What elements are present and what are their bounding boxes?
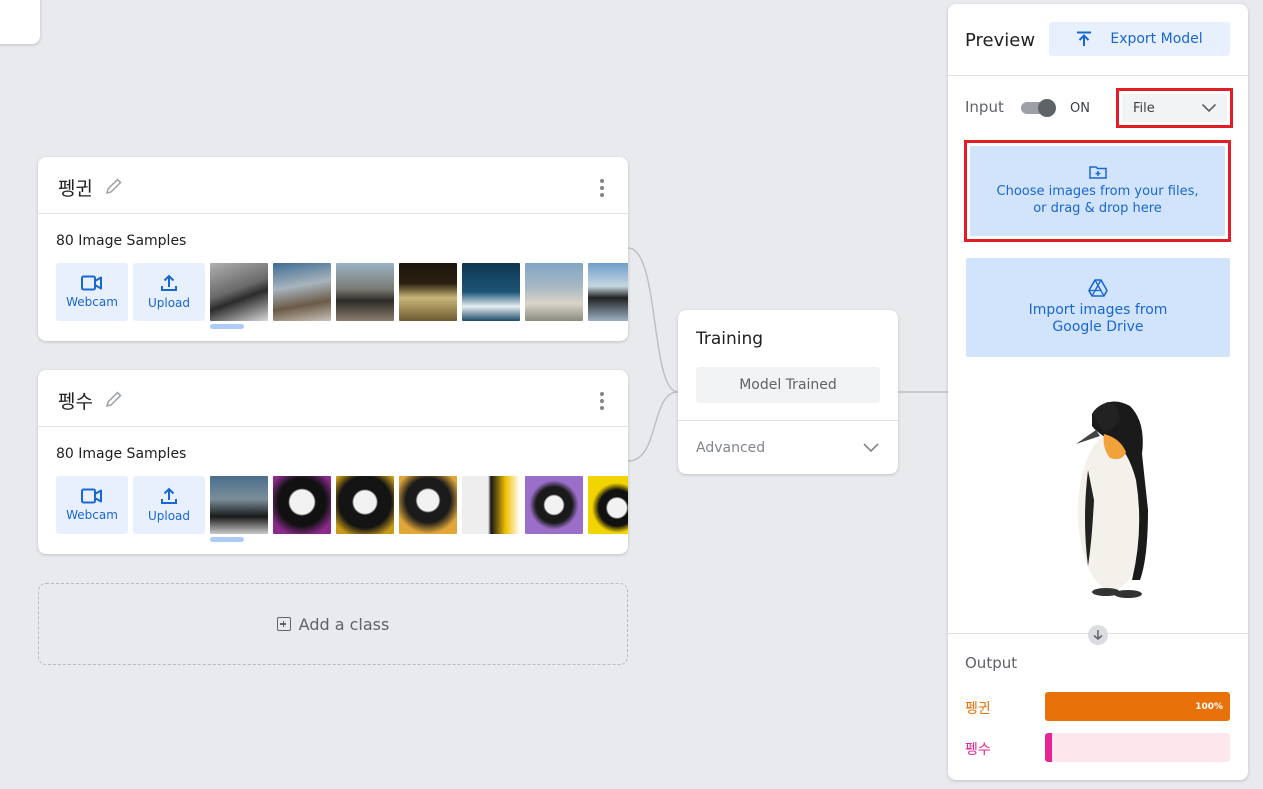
input-label: Input xyxy=(965,98,1004,116)
webcam-label: Webcam xyxy=(66,295,118,309)
sample-thumbnail[interactable] xyxy=(462,476,520,534)
upload-label: Upload xyxy=(147,509,191,523)
sample-count: 80 Image Samples xyxy=(56,446,187,462)
sample-thumbnail[interactable] xyxy=(210,263,268,321)
sample-thumbnail[interactable] xyxy=(336,476,394,534)
upload-label: Upload xyxy=(147,296,191,310)
webcam-button[interactable]: Webcam xyxy=(56,476,128,534)
chevron-down-icon[interactable] xyxy=(862,442,880,454)
choose-files-line2: or drag & drop here xyxy=(1033,201,1162,216)
import-drive-line2: Google Drive xyxy=(1052,319,1144,335)
output-class-label: 펭수 xyxy=(965,742,991,758)
input-toggle[interactable] xyxy=(1021,99,1057,117)
export-model-button[interactable]: Export Model xyxy=(1049,22,1230,56)
confidence-fill: 100% xyxy=(1045,692,1230,721)
training-card: Training Model Trained Advanced xyxy=(678,310,898,474)
class-header: 펭귄 xyxy=(38,157,628,214)
advanced-toggle[interactable]: Advanced xyxy=(696,440,765,456)
preview-title: Preview xyxy=(965,30,1036,51)
output-label: Output xyxy=(965,654,1018,672)
class-card-penguin: 펭귄 80 Image Samples Webcam Upload xyxy=(38,157,628,341)
class-name[interactable]: 펭수 xyxy=(58,387,93,414)
training-title: Training xyxy=(696,329,764,349)
more-vert-icon[interactable] xyxy=(600,179,604,200)
export-icon xyxy=(1077,31,1092,46)
sample-thumbnail[interactable] xyxy=(273,476,331,534)
sample-thumbnail[interactable] xyxy=(588,476,628,534)
upload-icon xyxy=(161,274,177,291)
add-class-button[interactable]: Add a class xyxy=(38,583,628,665)
import-drive-line1: Import images from xyxy=(1028,302,1168,318)
class-header: 펭수 xyxy=(38,370,628,427)
class-name[interactable]: 펭귄 xyxy=(58,174,93,201)
upload-button[interactable]: Upload xyxy=(133,476,205,534)
sample-thumbnail[interactable] xyxy=(525,263,583,321)
sample-thumbnail[interactable] xyxy=(273,263,331,321)
export-model-label: Export Model xyxy=(1110,31,1203,47)
sample-thumbnails xyxy=(210,476,628,534)
google-drive-icon xyxy=(1088,279,1108,297)
train-model-button[interactable]: Model Trained xyxy=(696,367,880,403)
pencil-icon[interactable] xyxy=(104,389,124,409)
upload-icon xyxy=(161,487,177,504)
import-drive-button[interactable]: Import images from Google Drive xyxy=(966,258,1230,357)
arrow-down-icon xyxy=(1088,625,1108,645)
confidence-fill xyxy=(1045,733,1052,762)
sample-thumbnail[interactable] xyxy=(399,476,457,534)
upload-button[interactable]: Upload xyxy=(133,263,205,321)
toggle-state: ON xyxy=(1070,101,1090,116)
webcam-label: Webcam xyxy=(66,508,118,522)
choose-files-line1: Choose images from your files, xyxy=(996,184,1199,199)
sample-thumbnail[interactable] xyxy=(462,263,520,321)
sample-thumbnail[interactable] xyxy=(525,476,583,534)
corner-panel xyxy=(0,0,40,44)
sample-count: 80 Image Samples xyxy=(56,233,187,249)
input-source-select[interactable]: File xyxy=(1116,88,1233,128)
webcam-button[interactable]: Webcam xyxy=(56,263,128,321)
confidence-bar: 100% xyxy=(1045,692,1230,721)
file-drop-zone[interactable]: Choose images from your files, or drag &… xyxy=(964,140,1231,242)
output-row: 펭수 xyxy=(965,733,1231,763)
sample-thumbnail[interactable] xyxy=(588,263,628,321)
folder-add-icon xyxy=(1088,166,1107,179)
preview-image xyxy=(1076,401,1148,598)
thumbnail-scroll-indicator[interactable] xyxy=(210,324,244,329)
input-source-value: File xyxy=(1133,100,1155,116)
pencil-icon[interactable] xyxy=(104,176,124,196)
thumbnail-scroll-indicator[interactable] xyxy=(210,537,244,542)
webcam-icon xyxy=(81,275,102,291)
output-class-label: 펭귄 xyxy=(965,701,991,717)
sample-thumbnails xyxy=(210,263,628,321)
sample-thumbnail[interactable] xyxy=(210,476,268,534)
add-box-icon xyxy=(276,617,291,631)
webcam-icon xyxy=(81,488,102,504)
class-card-pengsoo: 펭수 80 Image Samples Webcam Upload xyxy=(38,370,628,554)
sample-thumbnail[interactable] xyxy=(399,263,457,321)
confidence-bar xyxy=(1045,733,1230,762)
more-vert-icon[interactable] xyxy=(600,392,604,413)
add-class-label: Add a class xyxy=(298,614,390,634)
sample-thumbnail[interactable] xyxy=(336,263,394,321)
preview-panel: Preview Export Model Input ON File Choos… xyxy=(948,4,1248,780)
output-row: 펭귄 100% xyxy=(965,692,1231,722)
chevron-down-icon xyxy=(1201,103,1217,113)
